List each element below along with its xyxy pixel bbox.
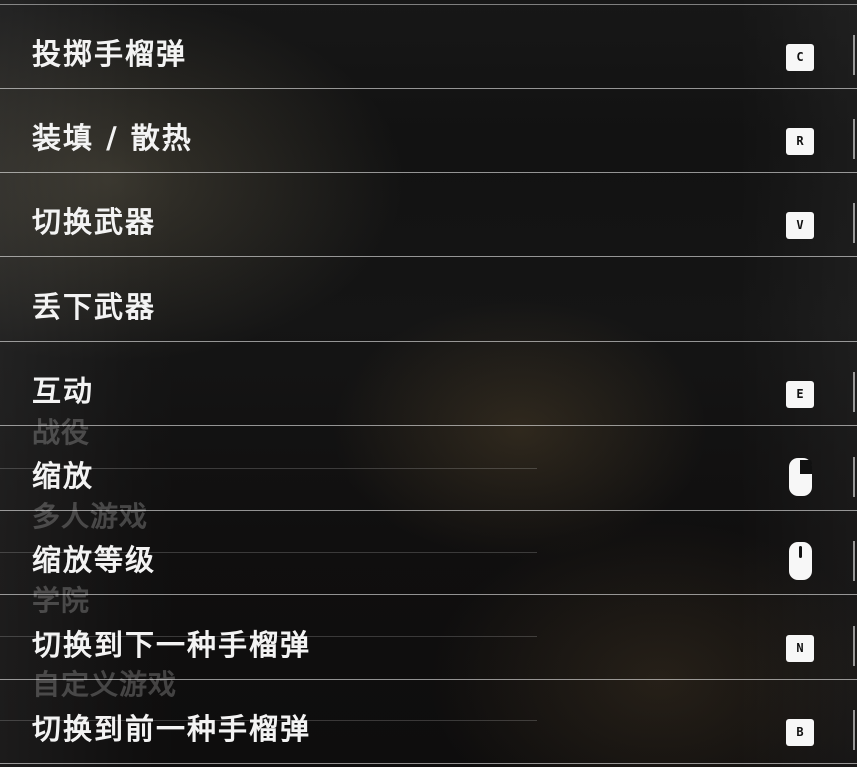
row-right-divider	[853, 35, 855, 75]
binding-row-zoom[interactable]: 缩放	[0, 427, 857, 511]
keycap-r-icon[interactable]: R	[786, 128, 814, 155]
keycap-n-icon[interactable]: N	[786, 635, 814, 662]
binding-row-switch-weapon[interactable]: 切换武器 V	[0, 173, 857, 257]
row-right-divider	[853, 710, 855, 750]
keycap-v-icon[interactable]: V	[786, 212, 814, 239]
keybinding-panel: 投掷手榴弹 C 装填 / 散热 R 切换武器 V 丢下武器 互动 E 缩放 缩放…	[0, 0, 857, 767]
binding-label: 装填 / 散热	[32, 121, 193, 155]
binding-row-previous-grenade[interactable]: 切换到前一种手榴弹 B	[0, 680, 857, 764]
row-right-divider	[853, 457, 855, 497]
mouse-wheel-icon[interactable]	[788, 541, 813, 581]
binding-label: 丢下武器	[32, 290, 157, 324]
binding-row-throw-grenade[interactable]: 投掷手榴弹 C	[0, 5, 857, 89]
binding-row-next-grenade[interactable]: 切换到下一种手榴弹 N	[0, 596, 857, 680]
binding-label: 缩放等级	[32, 543, 157, 577]
row-right-divider	[853, 541, 855, 581]
binding-label: 缩放	[32, 459, 95, 493]
row-right-divider	[853, 626, 855, 666]
binding-label: 投掷手榴弹	[32, 37, 188, 71]
binding-label: 互动	[32, 374, 95, 408]
binding-row-reload-cooldown[interactable]: 装填 / 散热 R	[0, 89, 857, 173]
mouse-right-button-icon[interactable]	[788, 457, 813, 497]
keycap-c-icon[interactable]: C	[786, 44, 814, 71]
binding-row-interact[interactable]: 互动 E	[0, 342, 857, 426]
binding-label: 切换武器	[32, 205, 157, 239]
row-right-divider	[853, 119, 855, 159]
row-right-divider	[853, 203, 855, 243]
keycap-b-icon[interactable]: B	[786, 719, 814, 746]
binding-row-drop-weapon[interactable]: 丢下武器	[0, 258, 857, 342]
row-right-divider	[853, 372, 855, 412]
binding-label: 切换到下一种手榴弹	[32, 628, 312, 662]
binding-label: 切换到前一种手榴弹	[32, 712, 312, 746]
binding-row-zoom-level[interactable]: 缩放等级	[0, 511, 857, 595]
keycap-e-icon[interactable]: E	[786, 381, 814, 408]
